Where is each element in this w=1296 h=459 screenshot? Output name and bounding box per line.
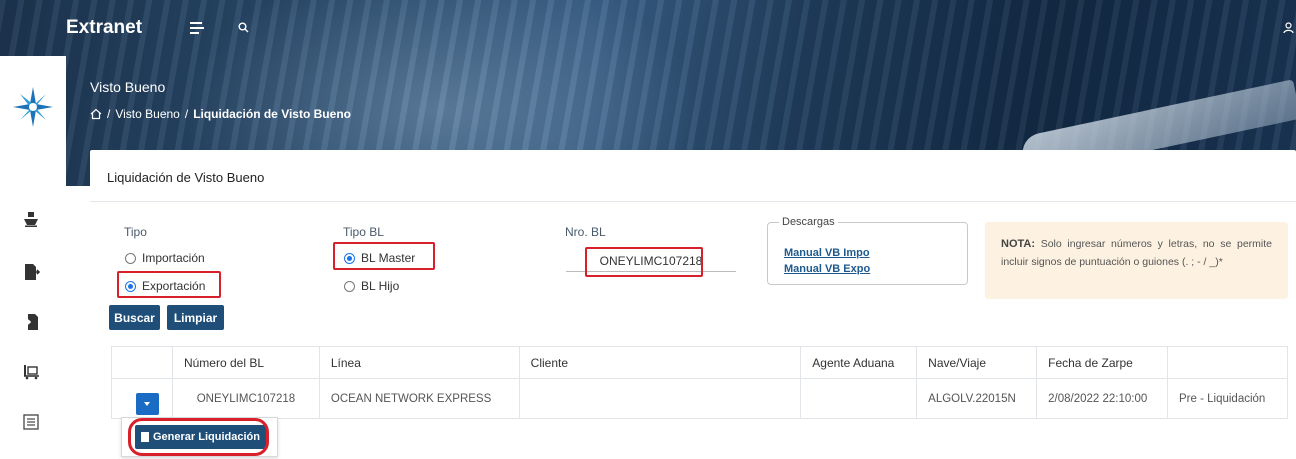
results-table: Número del BL Línea Cliente Agente Aduan… [111,346,1288,419]
ship-icon[interactable] [22,210,40,228]
table-header-row: Número del BL Línea Cliente Agente Aduan… [111,346,1288,379]
col-header-bl: Número del BL [171,346,320,379]
table-row: ONEYLIMC107218 OCEAN NETWORK EXPRESS ALG… [111,378,1288,419]
limpiar-button[interactable]: Limpiar [167,305,224,330]
nro-bl-label: Nro. BL [565,225,606,239]
radio-importacion-label: Importación [142,251,205,265]
highlight-nro-bl [585,247,703,277]
col-header-nave: Nave/Viaje [916,346,1038,379]
cell-agente [800,378,918,419]
col-header-fecha: Fecha de Zarpe [1036,346,1169,379]
cell-estado: Pre - Liquidación [1167,378,1288,419]
col-header-actions [111,346,173,379]
row-dropdown-button[interactable] [135,392,159,415]
highlight-bl-master [333,242,435,270]
card-title: Liquidación de Visto Bueno [107,170,265,185]
home-icon[interactable] [90,108,102,120]
tipo-label: Tipo [124,225,147,239]
search-icon[interactable] [238,22,249,33]
nota-title: NOTA: [1001,238,1036,250]
highlight-generar [128,418,269,456]
radio-dot[interactable] [344,280,355,292]
app-brand[interactable]: Extranet [66,17,142,39]
nota-text: Solo ingresar números y letras, no se pe… [1001,238,1272,268]
cell-bl: ONEYLIMC107218 [171,378,320,419]
card-divider [90,201,1296,202]
col-header-cliente: Cliente [518,346,802,379]
breadcrumb-separator: / [107,107,111,121]
export-file-icon[interactable] [22,263,40,281]
compass-logo-icon[interactable] [12,86,54,128]
import-file-icon[interactable] [22,313,40,331]
link-manual-vb-impo[interactable]: Manual VB Impo [784,247,870,259]
nota-box: NOTA: Solo ingresar números y letras, no… [985,222,1288,299]
buscar-button[interactable]: Buscar [109,305,160,330]
radio-bl-hijo-label: BL Hijo [361,279,400,293]
cell-linea: OCEAN NETWORK EXPRESS [318,378,520,419]
col-header-linea: Línea [318,346,520,379]
radio-importacion[interactable]: Importación [125,251,205,265]
cell-cliente [518,378,802,419]
col-header-estado [1167,346,1288,379]
highlight-exportacion [117,271,221,298]
breadcrumb-separator: / [184,107,189,121]
page-heading: Visto Bueno [90,79,166,95]
breadcrumb-current: Liquidación de Visto Bueno [193,107,351,121]
descargas-legend: Descargas [779,216,838,228]
breadcrumb-visto-bueno[interactable]: Visto Bueno [115,107,180,121]
radio-bl-hijo[interactable]: BL Hijo [344,279,399,293]
radio-dot[interactable] [125,252,136,264]
row-actions-cell [111,378,173,419]
cell-fecha: 2/08/2022 22:10:00 [1036,378,1169,419]
link-manual-vb-expo[interactable]: Manual VB Expo [784,263,870,275]
list-icon[interactable] [22,413,40,431]
user-icon[interactable] [1283,22,1294,34]
hamburger-menu-icon[interactable] [190,21,204,35]
tipo-bl-label: Tipo BL [343,225,384,239]
breadcrumb: / Visto Bueno / Liquidación de Visto Bue… [90,107,351,121]
truck-loader-icon[interactable] [22,362,40,380]
cell-nave: ALGOLV.22015N [916,378,1038,419]
col-header-agente: Agente Aduana [800,346,918,379]
